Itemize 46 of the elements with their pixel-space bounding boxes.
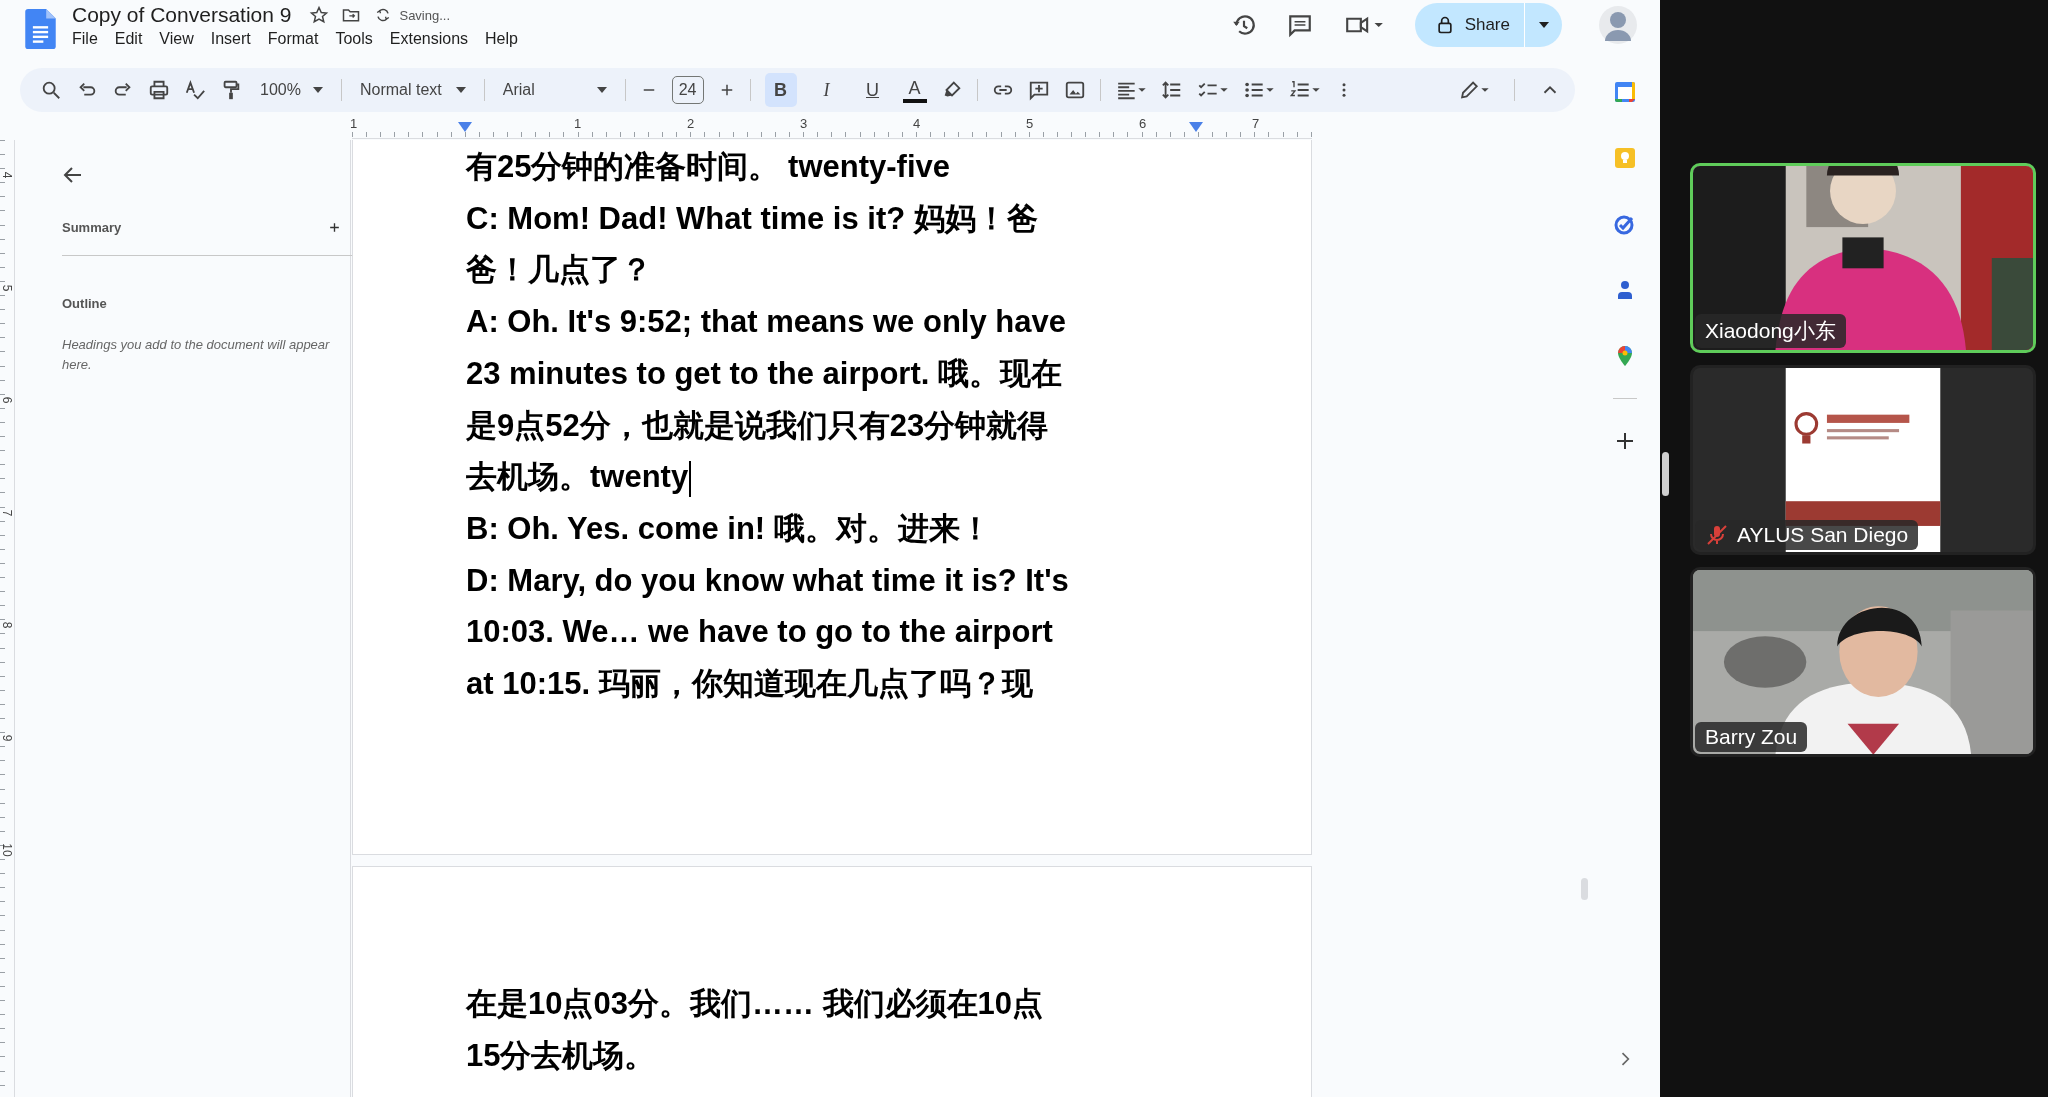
participant-name: AYLUS San Diego bbox=[1737, 523, 1909, 547]
ruler-number: 6 bbox=[0, 396, 14, 404]
paragraph: C: Mom! Dad! What time is it? 妈妈！爸 爸！几点了？ bbox=[466, 199, 1039, 290]
ruler-number: 7 bbox=[0, 509, 14, 517]
save-status: Saving... bbox=[399, 7, 451, 23]
color-button[interactable]: A bbox=[902, 77, 927, 103]
zoom-dropdown[interactable]: 100% bbox=[256, 81, 327, 99]
document-title[interactable]: Copy of Conversation 9 bbox=[72, 3, 292, 27]
ruler-number: 3 bbox=[798, 116, 810, 131]
paragraph: A: Oh. It's 9:52; that means we only have 23 minutes to get to the airport. 哦。现在 是9点52分，也就是说我们只有23分钟就得 去机场。twenty bbox=[466, 296, 1311, 503]
paragraph: D: Mary, do you know what time it is? It's 10:03. We… we have to go to the airport at 10:15. 玛丽，你知道现在几点了吗？现 bbox=[466, 561, 1070, 704]
italic-button[interactable]: I bbox=[810, 73, 843, 107]
menu-item[interactable]: Tools bbox=[335, 30, 373, 48]
outline-heading: Outline bbox=[62, 296, 108, 311]
paragraph: 在是10点03分。我们…… 我们必须在10点 15分去机场。 bbox=[466, 985, 1045, 1075]
outline-hint: Headings you add to the document will appear here. bbox=[62, 336, 331, 374]
ruler-number: 5 bbox=[1024, 116, 1036, 131]
menu-item[interactable]: File bbox=[72, 30, 98, 48]
summary-heading: Summary bbox=[62, 220, 122, 235]
ruler-number: 1 bbox=[572, 116, 584, 131]
share-button[interactable]: Share bbox=[1414, 3, 1524, 47]
underline-button[interactable]: U bbox=[856, 73, 889, 107]
paragraph: 有25分钟的准备时间。 twenty-five bbox=[466, 148, 951, 186]
ruler-number: 4 bbox=[0, 171, 14, 179]
ruler-number: 6 bbox=[1137, 116, 1149, 131]
menu-item[interactable]: Edit bbox=[114, 30, 143, 48]
paragraph-style-dropdown[interactable]: Normal text bbox=[355, 81, 470, 99]
bold-button[interactable]: B bbox=[764, 73, 797, 107]
ruler-number: 7 bbox=[1250, 116, 1262, 131]
menu-item[interactable]: Extensions bbox=[389, 30, 469, 48]
ruler-number: 2 bbox=[685, 116, 697, 131]
menu-item[interactable]: Format bbox=[267, 30, 319, 48]
font-dropdown[interactable]: Arial bbox=[498, 81, 611, 99]
menu-item[interactable]: Help bbox=[485, 30, 518, 48]
ruler-number: 8 bbox=[0, 621, 14, 629]
ruler-number: 5 bbox=[0, 284, 14, 292]
font-size-field[interactable]: 24 bbox=[671, 76, 704, 104]
ruler-number: 9 bbox=[0, 734, 14, 742]
paragraph: B: Oh. Yes. come in! 哦。对。进来！ bbox=[466, 509, 992, 548]
ruler-number: 4 bbox=[911, 116, 923, 131]
participant-name: Xiaodong小东 bbox=[1705, 318, 1836, 344]
participant-name: Barry Zou bbox=[1705, 725, 1798, 749]
ruler-number: 10 bbox=[0, 843, 14, 857]
ruler-number: 1 bbox=[348, 116, 360, 131]
menu-item[interactable]: View bbox=[159, 30, 194, 48]
menu-item[interactable]: Insert bbox=[210, 30, 251, 48]
